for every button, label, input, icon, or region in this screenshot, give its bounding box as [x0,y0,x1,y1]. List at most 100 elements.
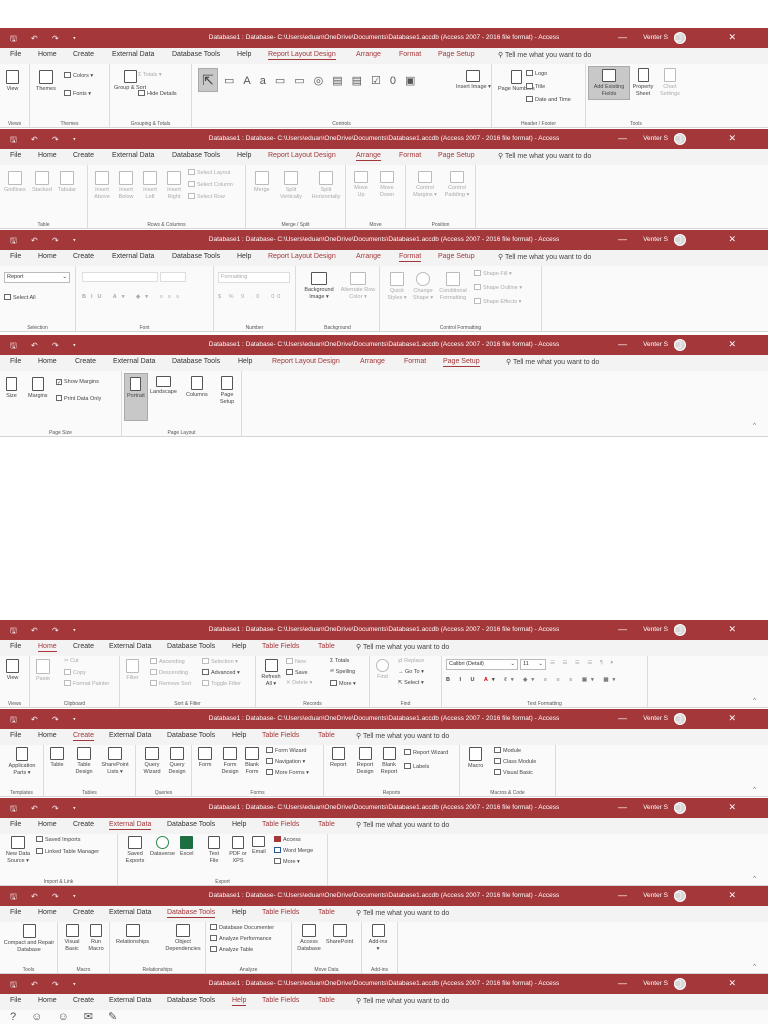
print-data-only-checkbox[interactable]: Print Data Only [56,395,101,403]
ascending-button[interactable]: Ascending [150,658,185,666]
table-design-button[interactable]: Table Design [74,747,94,775]
font-size-select[interactable]: 11 ⌄ [520,659,546,670]
totals-button[interactable]: Σ Totals [330,658,349,665]
database-documenter-button[interactable]: Database Documenter [210,924,274,932]
replace-button[interactable]: ⇄ Replace [398,658,424,665]
tab-home[interactable]: Home [38,821,57,828]
tab-create[interactable]: Create [75,358,96,365]
tab-home[interactable]: Home [38,997,57,1004]
tell-me-search[interactable]: ⚲ Tell me what you want to do [356,732,449,740]
tab-home[interactable]: Home [38,732,57,739]
selection-filter-button[interactable]: Selection ▾ [202,658,238,666]
tell-me-search[interactable]: ⚲ Tell me what you want to do [356,643,449,651]
window-controls[interactable]: — ▢ ✕ [618,234,758,245]
form-design-button[interactable]: Form Design [220,747,240,775]
form-wizard-button[interactable]: Form Wizard [266,747,306,755]
sharepoint-button[interactable]: SharePoint [326,924,353,946]
delete-record-button[interactable]: ✕ Delete ▾ [286,680,312,687]
conditional-formatting-button[interactable]: Conditional Formatting [436,272,470,301]
window-controls[interactable]: — ▢ ✕ [618,713,758,724]
move-down-button[interactable]: Move Down [376,171,398,198]
tab-arrange[interactable]: Arrange [360,358,385,365]
sharepoint-lists-button[interactable]: SharePoint Lists ▾ [98,747,132,775]
tab-create[interactable]: Create [73,732,95,741]
compact-repair-button[interactable]: Compact and Repair Database [3,924,55,953]
margins-button[interactable]: Margins [28,377,48,400]
tab-home[interactable]: Home [38,51,57,58]
tab-format[interactable]: Format [399,51,421,58]
hide-details-button[interactable]: Hide Details [138,90,177,98]
tab-database-tools[interactable]: Database Tools [167,909,216,918]
property-sheet-button[interactable]: Property Sheet [630,68,656,97]
view-button[interactable]: View [6,70,19,93]
cut-button[interactable]: ✂ Cut [64,658,79,665]
tab-format[interactable]: Format [404,358,426,365]
select-button[interactable]: ⇱ Select ▾ [398,680,424,687]
text-file-button[interactable]: Text File [206,836,222,864]
tab-file[interactable]: File [10,152,21,159]
tab-create[interactable]: Create [73,909,94,916]
tab-file[interactable]: File [10,732,21,739]
tab-database-tools[interactable]: Database Tools [167,732,215,739]
spelling-button[interactable]: ᵃᵇ Spelling [330,669,355,676]
tab-external-data[interactable]: External Data [112,253,154,260]
insert-right-button[interactable]: Insert Right [164,171,184,200]
more-records-button[interactable]: More ▾ [330,680,356,688]
tell-me-search[interactable]: ⚲ Tell me what you want to do [498,152,591,160]
form-button[interactable]: Form [198,747,212,769]
save-record-button[interactable]: Save [286,669,308,677]
select-pointer-icon[interactable]: ⇱ [198,68,218,92]
columns-button[interactable]: Columns [186,376,208,399]
saved-exports-button[interactable]: Saved Exports [124,836,146,864]
font-name-select[interactable]: Calibri (Detail) ⌄ [446,659,518,670]
tab-external-data[interactable]: External Data [113,358,155,365]
tab-report-layout-design[interactable]: Report Layout Design [268,51,336,60]
tab-page-setup[interactable]: Page Setup [438,51,475,58]
insert-below-button[interactable]: Insert Below [116,171,136,200]
tab-database-tools[interactable]: Database Tools [167,997,215,1004]
tab-create[interactable]: Create [73,997,94,1004]
email-button[interactable]: Email [252,836,266,856]
tab-help[interactable]: Help [237,152,251,159]
show-margins-checkbox[interactable]: ✓ Show Margins [56,379,99,386]
tab-create[interactable]: Create [73,152,94,159]
tab-arrange[interactable]: Arrange [356,152,381,161]
select-column-button[interactable]: Select Column [188,181,233,189]
tab-page-setup[interactable]: Page Setup [443,358,480,367]
tab-file[interactable]: File [10,358,21,365]
tab-database-tools[interactable]: Database Tools [172,358,220,365]
analyze-performance-button[interactable]: Analyze Performance [210,935,272,943]
select-all-button[interactable]: Select All [4,294,36,302]
application-parts-button[interactable]: Application Parts ▾ [3,747,41,776]
tell-me-search[interactable]: ⚲ Tell me what you want to do [356,909,449,917]
landscape-button[interactable]: Landscape [150,376,177,396]
title-button[interactable]: Title [526,83,545,91]
change-shape-button[interactable]: Change Shape ▾ [410,272,436,301]
object-dependencies-button[interactable]: Object Dependencies [162,924,204,952]
font-name-box[interactable] [82,272,158,282]
tab-help[interactable]: Help [237,51,251,58]
gridlines-button[interactable]: Gridlines [4,171,26,194]
format-painter-button[interactable]: Format Painter [64,680,109,688]
filter-button[interactable]: Filter [126,659,139,682]
tab-page-setup[interactable]: Page Setup [438,253,475,260]
select-row-button[interactable]: Select Row [188,193,225,201]
saved-imports-button[interactable]: Saved Imports [36,836,80,844]
tab-table-fields[interactable]: Table Fields [262,821,299,828]
totals-button[interactable]: Σ Totals ▾ [138,72,162,79]
font-size-box[interactable] [160,272,186,282]
tab-help[interactable]: Help [232,997,247,1006]
tab-database-tools[interactable]: Database Tools [172,51,220,58]
fonts-button[interactable]: Fonts ▾ [64,90,91,98]
tab-external-data[interactable]: External Data [112,152,154,159]
more-export-button[interactable]: More ▾ [274,858,300,866]
tab-external-data[interactable]: External Data [109,732,151,739]
add-ins-button[interactable]: Add-ins ▾ [368,924,388,952]
tab-home[interactable]: Home [38,152,57,159]
word-merge-button[interactable]: Word Merge [274,847,313,855]
access-database-button[interactable]: Access Database [296,924,322,952]
table-button[interactable]: Table [50,747,64,769]
tell-me-search[interactable]: ⚲ Tell me what you want to do [498,253,591,261]
list-indent-buttons[interactable]: ☰ ☰ ☰ ☰ ¶ ▾ [550,660,616,667]
tab-database-tools[interactable]: Database Tools [172,152,220,159]
